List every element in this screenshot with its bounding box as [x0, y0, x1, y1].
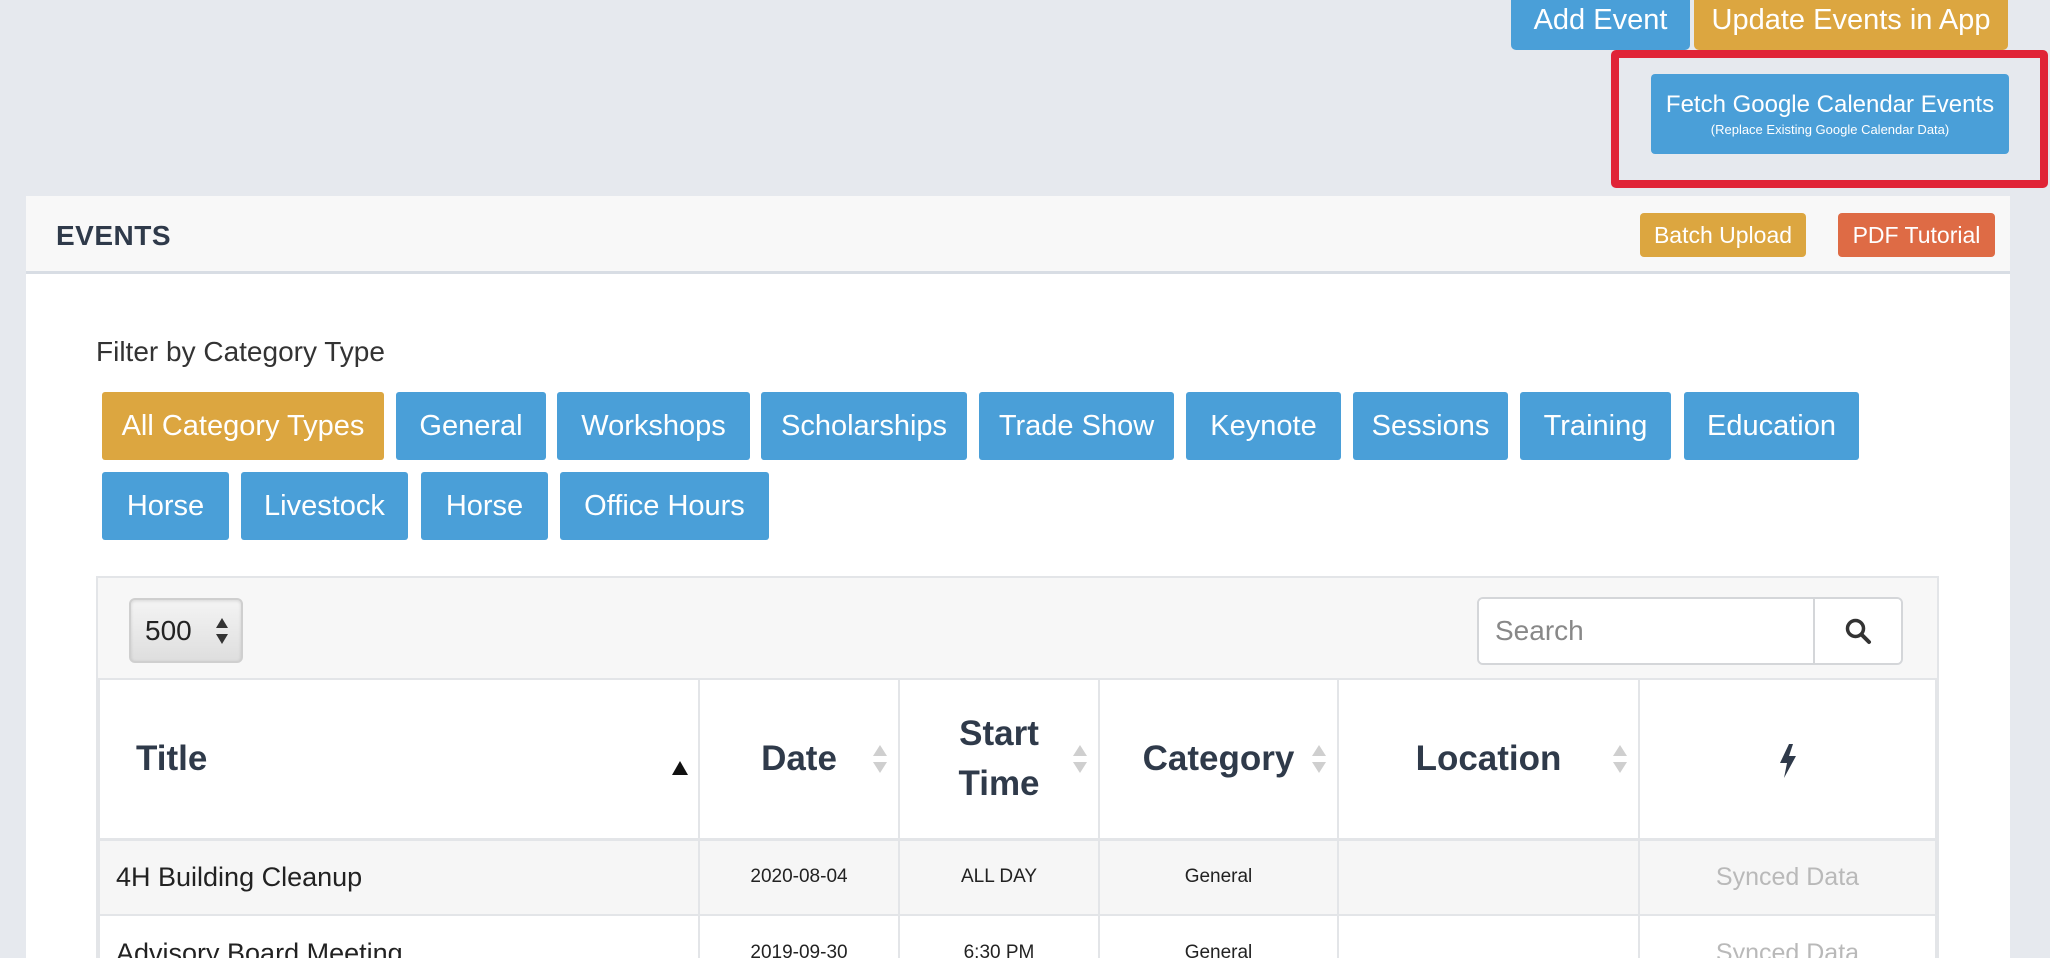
cell-date: 2020-08-04	[698, 838, 900, 916]
events-table-container: 500 Title	[96, 576, 1939, 958]
filter-chip-training[interactable]: Training	[1520, 392, 1671, 460]
column-header-location[interactable]: Location	[1337, 678, 1640, 841]
cell-category: General	[1098, 838, 1339, 916]
cell-sync-status: Synced Data	[1638, 838, 1937, 916]
column-title-label: Title	[136, 738, 208, 778]
sort-asc-icon	[672, 761, 688, 775]
cell-category: General	[1098, 914, 1339, 958]
column-header-category[interactable]: Category	[1098, 678, 1339, 841]
update-events-in-app-button[interactable]: Update Events in App	[1694, 0, 2008, 50]
column-location-label: Location	[1415, 738, 1562, 778]
table-row[interactable]: 4H Building Cleanup 2020-08-04 ALL DAY G…	[98, 838, 1937, 916]
search-button[interactable]	[1813, 599, 1901, 663]
filter-chip-horse[interactable]: Horse	[102, 472, 229, 540]
filter-chip-all-category-types[interactable]: All Category Types	[102, 392, 384, 460]
panel-title: EVENTS	[56, 220, 172, 251]
table-toolbar: 500	[98, 578, 1937, 678]
search-input[interactable]	[1479, 599, 1813, 663]
filter-chip-sessions[interactable]: Sessions	[1353, 392, 1508, 460]
events-table: Title Date Start Time Category Location …	[98, 678, 1937, 958]
lightning-icon	[1779, 743, 1796, 778]
sort-icon	[1312, 744, 1326, 773]
page-size-select[interactable]: 500	[129, 598, 243, 663]
cell-date: 2019-09-30	[698, 914, 900, 958]
events-panel: EVENTS Batch Upload PDF Tutorial Filter …	[26, 196, 2010, 958]
cell-location	[1337, 838, 1640, 916]
sort-icon	[873, 744, 887, 773]
filter-chip-trade-show[interactable]: Trade Show	[979, 392, 1174, 460]
column-start-label: Start	[959, 713, 1039, 753]
sort-icon	[1073, 744, 1087, 773]
filter-chip-office-hours[interactable]: Office Hours	[560, 472, 769, 540]
filter-chip-livestock[interactable]: Livestock	[241, 472, 408, 540]
column-header-date[interactable]: Date	[698, 678, 900, 841]
search-group	[1477, 597, 1903, 665]
fetch-google-calendar-events-button[interactable]: Fetch Google Calendar Events (Replace Ex…	[1651, 74, 2009, 154]
sort-icon	[1613, 744, 1627, 773]
filter-chip-horse-2[interactable]: Horse	[421, 472, 548, 540]
filter-chip-workshops[interactable]: Workshops	[557, 392, 750, 460]
page-size-value: 500	[145, 614, 192, 646]
table-header-row: Title Date Start Time Category Location	[98, 678, 1937, 841]
search-icon	[1845, 618, 1871, 644]
filter-chip-keynote[interactable]: Keynote	[1186, 392, 1341, 460]
cell-title: Advisory Board Meeting	[98, 914, 700, 958]
fetch-google-sublabel: (Replace Existing Google Calendar Data)	[1710, 122, 1950, 137]
cell-start-time: 6:30 PM	[898, 914, 1100, 958]
cell-location	[1337, 914, 1640, 958]
select-arrows-icon	[216, 618, 228, 644]
filter-chip-scholarships[interactable]: Scholarships	[761, 392, 967, 460]
filter-chip-general[interactable]: General	[396, 392, 546, 460]
column-header-sync	[1638, 678, 1937, 841]
filter-chip-education[interactable]: Education	[1684, 392, 1859, 460]
fetch-google-label: Fetch Google Calendar Events	[1665, 91, 1995, 118]
filter-label: Filter by Category Type	[96, 336, 385, 367]
pdf-tutorial-button[interactable]: PDF Tutorial	[1838, 213, 1995, 257]
column-time-label: Time	[958, 763, 1040, 803]
cell-start-time: ALL DAY	[898, 838, 1100, 916]
column-header-start-time[interactable]: Start Time	[898, 678, 1100, 841]
column-category-label: Category	[1142, 738, 1295, 778]
column-date-label: Date	[761, 738, 837, 778]
batch-upload-button[interactable]: Batch Upload	[1640, 213, 1806, 257]
cell-title: 4H Building Cleanup	[98, 838, 700, 916]
cell-sync-status: Synced Data	[1638, 914, 1937, 958]
table-row[interactable]: Advisory Board Meeting 2019-09-30 6:30 P…	[98, 914, 1937, 958]
column-header-title[interactable]: Title	[98, 678, 700, 841]
panel-header: EVENTS Batch Upload PDF Tutorial	[26, 196, 2010, 274]
add-event-button[interactable]: Add Event	[1511, 0, 1690, 50]
